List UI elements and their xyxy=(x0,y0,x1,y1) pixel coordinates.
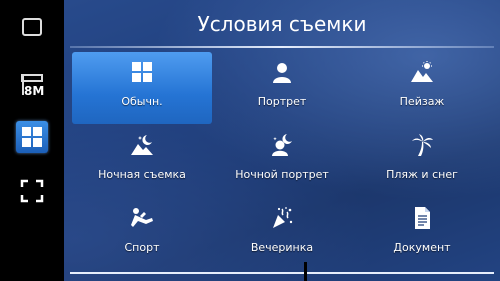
resolution-label: 8M xyxy=(24,84,44,98)
scene-option-party[interactable]: Вечеринка xyxy=(212,198,352,270)
grid-icon xyxy=(132,62,152,82)
focus-frame-icon xyxy=(20,179,44,203)
scene-label: Спорт xyxy=(124,241,160,254)
thumbnail-icon xyxy=(22,18,42,36)
scene-option-document[interactable]: Документ xyxy=(352,198,492,270)
scene-option-landscape[interactable]: Пейзаж xyxy=(352,52,492,124)
beach-snow-icon xyxy=(412,134,433,156)
portrait-icon xyxy=(273,63,291,83)
resolution-icon: 8M xyxy=(21,74,44,98)
scene-label: Обычн. xyxy=(121,95,163,108)
scene-option-sport[interactable]: Спорт xyxy=(72,198,212,270)
scene-label: Пляж и снег xyxy=(386,168,458,181)
dialog-title: Условия съемки xyxy=(197,12,367,36)
scroll-indicator xyxy=(304,262,307,281)
thumbnail-button[interactable] xyxy=(16,11,48,43)
scene-mode-button[interactable] xyxy=(16,121,48,153)
party-icon xyxy=(273,207,293,228)
landscape-icon xyxy=(411,61,433,82)
scene-option-beach-snow[interactable]: Пляж и снег xyxy=(352,125,492,197)
scene-label: Ночной портрет xyxy=(235,168,329,181)
scene-label: Пейзаж xyxy=(399,95,445,108)
night-scene-icon xyxy=(131,135,153,155)
scene-option-portrait[interactable]: Портрет xyxy=(212,52,352,124)
scene-option-night[interactable]: Ночная съемка xyxy=(72,125,212,197)
resolution-button[interactable]: 8M xyxy=(16,69,48,101)
camera-sidebar: 8M xyxy=(0,0,64,281)
scene-label: Вечеринка xyxy=(250,241,314,254)
scene-option-normal[interactable]: Обычн. xyxy=(72,52,212,124)
scene-grid-icon xyxy=(22,127,42,147)
title-divider xyxy=(70,46,494,48)
scene-mode-dialog: Условия съемки Обычн. Портрет Пейзаж Ноч… xyxy=(64,0,500,281)
scene-label: Ночная съемка xyxy=(98,168,186,181)
scene-grid: Обычн. Портрет Пейзаж Ночная съемка Ночн… xyxy=(70,50,494,270)
scene-label: Портрет xyxy=(257,95,307,108)
document-icon xyxy=(415,207,430,229)
sport-icon xyxy=(131,208,153,227)
night-portrait-icon xyxy=(272,134,292,156)
bottom-divider xyxy=(70,272,494,274)
scene-option-night-portrait[interactable]: Ночной портрет xyxy=(212,125,352,197)
scene-label: Документ xyxy=(393,241,451,254)
focus-button[interactable] xyxy=(16,175,48,207)
